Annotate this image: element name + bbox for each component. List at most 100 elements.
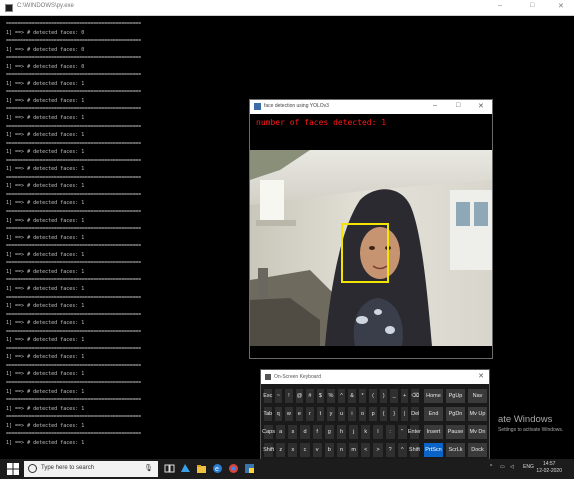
input-language[interactable]: ENG (523, 464, 534, 470)
volume-icon[interactable]: ◁ (510, 464, 514, 470)
osk-nav-key[interactable]: Home (423, 388, 444, 404)
taskbar-clock[interactable]: 14:57 12-02-2020 (536, 461, 562, 475)
osk-close-button[interactable]: ✕ (478, 372, 484, 380)
osk-key[interactable]: } (389, 406, 399, 422)
osk-nav-key[interactable]: Insert (423, 424, 444, 440)
maximize-button[interactable]: □ (530, 2, 534, 9)
osk-key[interactable]: b (323, 442, 335, 458)
osk-nav-key[interactable]: Dock (467, 442, 488, 458)
osk-key[interactable]: @ (294, 388, 305, 404)
osk-nav-key[interactable]: PrtScn (423, 442, 444, 458)
osk-key[interactable]: _ (389, 388, 399, 404)
osk-key[interactable]: q (273, 406, 284, 422)
console-separator: ========================================… (6, 379, 141, 386)
osk-nav-key[interactable]: Mv Up (467, 406, 488, 422)
osk-titlebar[interactable]: On-Screen Keyboard ✕ (261, 370, 489, 384)
osk-key[interactable]: m (348, 442, 360, 458)
osk-key[interactable]: n (335, 442, 348, 458)
console-titlebar[interactable]: C:\WINDOWS\py.exe – □ ✕ (0, 0, 574, 16)
osk-key[interactable]: g (323, 424, 335, 440)
osk-key[interactable]: Caps (262, 424, 275, 440)
face-window-maximize-button[interactable]: □ (456, 102, 460, 109)
file-explorer-icon[interactable] (196, 463, 207, 474)
osk-key[interactable]: v (311, 442, 323, 458)
osk-key[interactable]: # (305, 388, 315, 404)
osk-key[interactable]: Del (410, 406, 420, 422)
console-separator: ========================================… (6, 21, 141, 27)
osk-key[interactable]: j (348, 424, 360, 440)
network-icon[interactable]: ▭ (500, 464, 505, 470)
osk-key[interactable]: c (299, 442, 311, 458)
osk-key[interactable]: w (284, 406, 294, 422)
console-line: 1] ==> # detected faces: 1 (6, 303, 85, 310)
detected-count-label: number of faces detected: 1 (256, 118, 387, 127)
osk-key[interactable]: ^ (336, 388, 347, 404)
python-app-icon[interactable] (244, 463, 255, 474)
osk-key[interactable]: f (311, 424, 323, 440)
microphone-icon[interactable]: 🎙 (144, 464, 153, 472)
console-separator: ========================================… (6, 209, 141, 216)
osk-nav-key[interactable]: PgUp (445, 388, 466, 404)
tray-chevron-icon[interactable]: ^ (490, 464, 492, 470)
osk-key[interactable]: Shift (263, 442, 275, 458)
windows-start-icon[interactable] (6, 462, 20, 476)
osk-key[interactable]: r (305, 406, 315, 422)
osk-key[interactable]: Esc (263, 388, 273, 404)
osk-key[interactable]: Shift (408, 442, 420, 458)
osk-key[interactable]: * (357, 388, 368, 404)
osk-key[interactable]: " (396, 424, 408, 440)
osk-key[interactable]: | (399, 406, 410, 422)
osk-key[interactable]: l (372, 424, 384, 440)
osk-key[interactable]: : (384, 424, 396, 440)
osk-key[interactable]: d (299, 424, 311, 440)
osk-key[interactable]: h (335, 424, 348, 440)
osk-key[interactable]: o (357, 406, 368, 422)
osk-key[interactable]: & (347, 388, 357, 404)
osk-nav-key[interactable]: PgDn (445, 406, 466, 422)
osk-key[interactable]: z (275, 442, 287, 458)
osk-key[interactable]: s (287, 424, 299, 440)
task-view-icon[interactable] (164, 463, 175, 474)
osk-key[interactable]: { (378, 406, 389, 422)
osk-key[interactable]: ! (284, 388, 294, 404)
osk-nav-key[interactable]: Mv Dn (467, 424, 488, 440)
osk-key[interactable]: < (360, 442, 372, 458)
osk-key[interactable]: Tab (263, 406, 273, 422)
minimize-button[interactable]: – (498, 2, 502, 9)
taskbar-search-input[interactable]: Type here to search 🎙 (24, 461, 158, 477)
osk-key[interactable]: + (399, 388, 410, 404)
osk-key[interactable]: x (287, 442, 299, 458)
media-player-icon[interactable] (180, 463, 191, 474)
face-window-titlebar[interactable]: face detection using YOLOv3 – □ ✕ (250, 100, 492, 114)
osk-key[interactable]: % (326, 388, 336, 404)
osk-key[interactable]: ) (378, 388, 389, 404)
osk-key[interactable]: > (372, 442, 384, 458)
face-window-close-button[interactable]: ✕ (478, 102, 484, 110)
osk-nav-key[interactable]: Nav (467, 388, 488, 404)
osk-key[interactable]: t (315, 406, 326, 422)
console-line: 1] ==> # detected faces: 1 (6, 251, 85, 258)
osk-nav-key[interactable]: End (423, 406, 444, 422)
osk-nav-key[interactable]: ScrLk (445, 442, 466, 458)
osk-key[interactable]: u (336, 406, 347, 422)
osk-key[interactable]: p (368, 406, 378, 422)
osk-nav-key[interactable]: Pause (445, 424, 466, 440)
osk-key[interactable]: i (347, 406, 357, 422)
edge-browser-icon[interactable]: e (212, 463, 223, 474)
chrome-browser-icon[interactable] (228, 463, 239, 474)
osk-key[interactable]: ( (368, 388, 378, 404)
console-line: 1] ==> # detected faces: 1 (6, 388, 85, 395)
console-separator: ========================================… (6, 140, 141, 147)
osk-key[interactable]: ~ (273, 388, 284, 404)
face-window-minimize-button[interactable]: – (433, 102, 437, 109)
osk-key[interactable]: ^ (396, 442, 408, 458)
osk-key[interactable]: e (294, 406, 305, 422)
osk-key[interactable]: Enter (408, 424, 421, 440)
osk-key[interactable]: a (275, 424, 287, 440)
close-button[interactable]: ✕ (558, 2, 564, 10)
osk-key[interactable]: ⌫ (410, 388, 420, 404)
osk-key[interactable]: $ (315, 388, 326, 404)
osk-key[interactable]: ? (384, 442, 396, 458)
osk-key[interactable]: y (326, 406, 336, 422)
osk-key[interactable]: k (360, 424, 372, 440)
